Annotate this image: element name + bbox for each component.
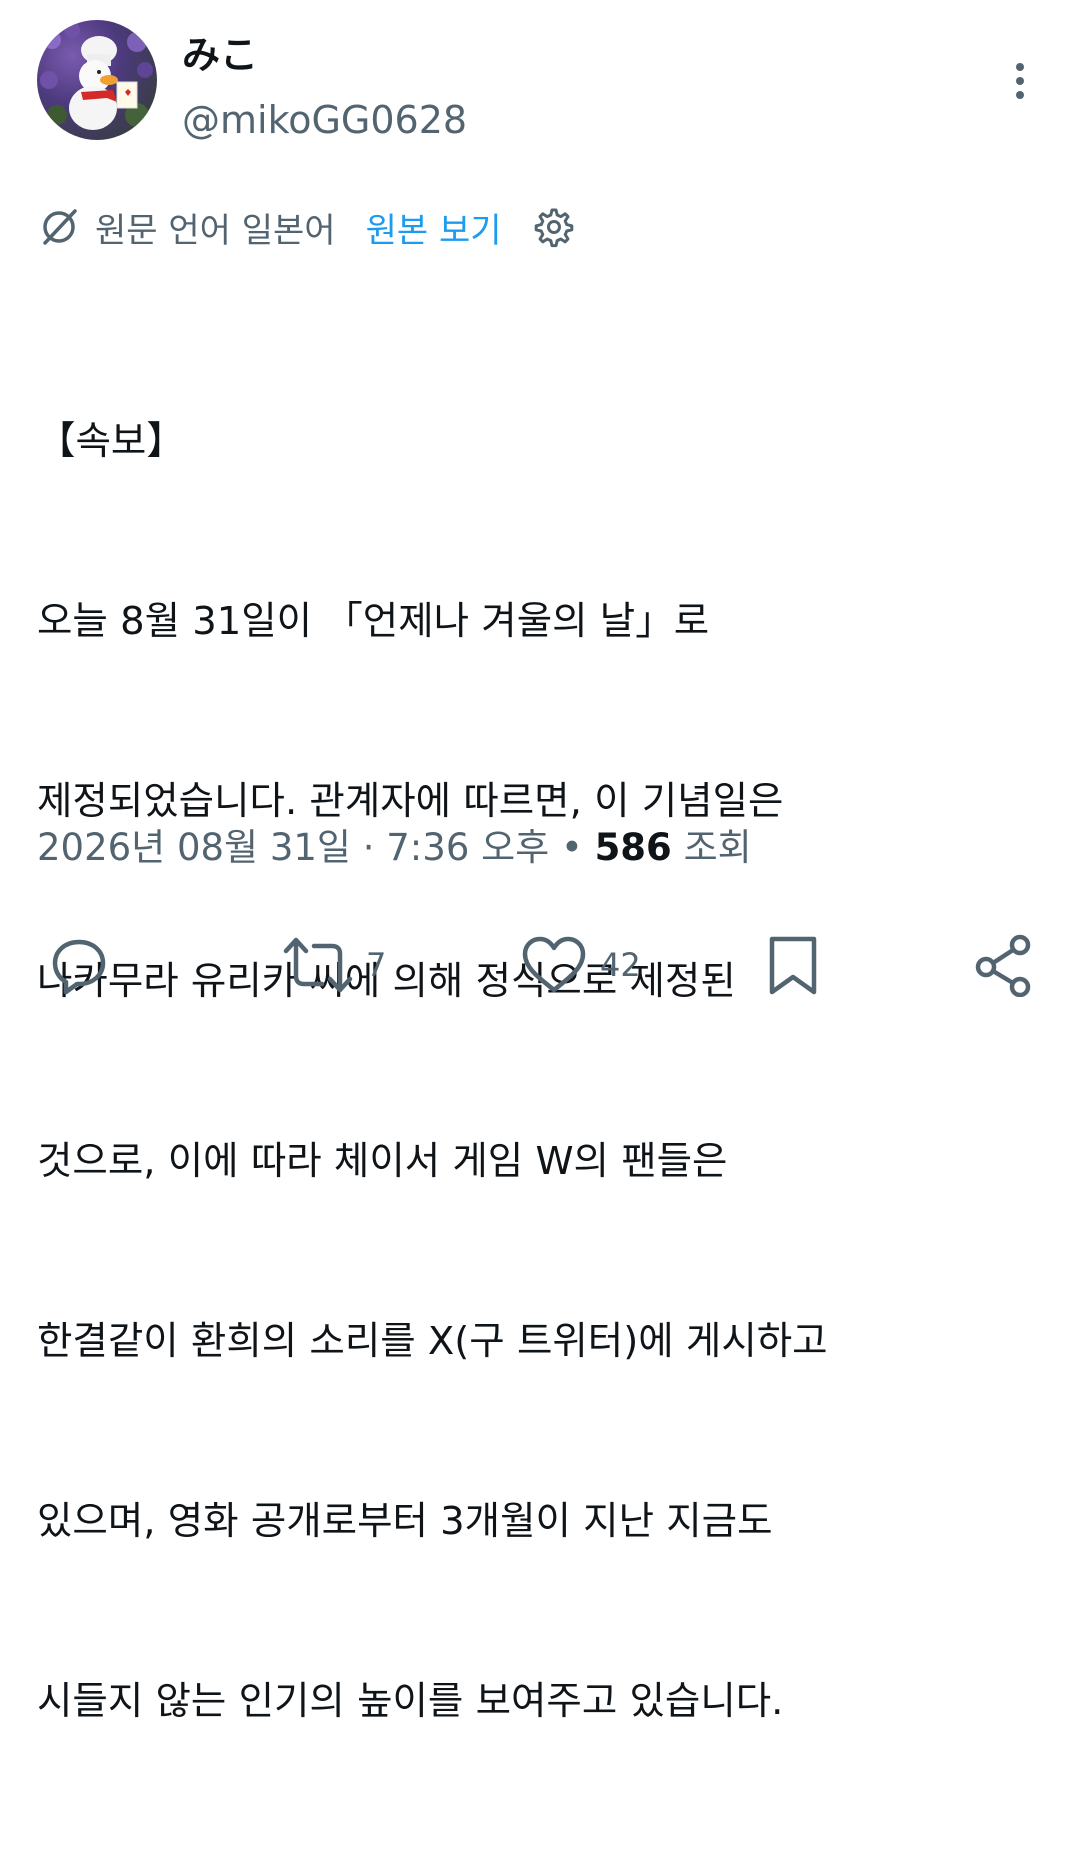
meta-separator: · xyxy=(362,826,387,869)
more-dots-icon xyxy=(1016,63,1024,99)
tweet-meta: 2026년 08월 31일 · 7:36 오후 • 586 조회 xyxy=(37,820,752,876)
heart-icon xyxy=(522,936,586,993)
translate-icon xyxy=(43,209,77,245)
tweet-time[interactable]: 7:36 오후 xyxy=(386,826,549,869)
display-name[interactable]: みこ xyxy=(182,30,258,80)
retweet-icon xyxy=(283,937,353,993)
avatar-image xyxy=(40,22,153,130)
tweet-text-line: 오늘 8월 31일이 「언제나 겨울의 날」로 xyxy=(37,599,710,644)
bookmark-button[interactable] xyxy=(762,930,824,1000)
reply-icon xyxy=(52,939,106,995)
like-button[interactable]: 42 xyxy=(520,930,641,1000)
retweet-button[interactable]: 7 xyxy=(282,930,386,1000)
bookmark-icon xyxy=(769,936,817,995)
meta-separator: • xyxy=(560,826,595,869)
view-original-link[interactable]: 원본 보기 xyxy=(366,203,502,252)
share-button[interactable] xyxy=(972,930,1036,1000)
tweet-text-line: 【속보】 xyxy=(37,419,185,464)
action-bar: 7 42 xyxy=(0,930,1080,1000)
user-handle[interactable]: @mikoGG0628 xyxy=(182,95,467,145)
gear-icon[interactable] xyxy=(530,205,574,249)
tweet-text-line: 시들지 않는 인기의 높이를 보여주고 있습니다. xyxy=(37,1679,784,1724)
tweet-text-line: 것으로, 이에 따라 체이서 게임 W의 팬들은 xyxy=(37,1139,728,1184)
tweet-text: 【속보】 오늘 8월 31일이 「언제나 겨울의 날」로 제정되었습니다. 관계… xyxy=(37,292,1047,1852)
views-count: 586 xyxy=(594,826,672,869)
tweet-date[interactable]: 2026년 08월 31일 xyxy=(37,826,351,869)
tweet-detail: みこ @mikoGG0628 원문 언어 일본어 원본 보기 【속보】 오늘 8… xyxy=(0,0,1080,1724)
reply-button[interactable] xyxy=(48,930,110,1000)
like-count: 42 xyxy=(600,946,641,984)
translation-label: 원문 언어 일본어 xyxy=(95,210,336,251)
translation-bar: 원문 언어 일본어 원본 보기 xyxy=(37,197,574,257)
more-options-button[interactable] xyxy=(1000,56,1040,106)
views-label: 조회 xyxy=(683,826,752,869)
retweet-count: 7 xyxy=(366,946,387,984)
tweet-text-line: 한결같이 환희의 소리를 X(구 트위터)에 게시하고 xyxy=(37,1319,828,1364)
share-icon xyxy=(975,934,1031,997)
avatar[interactable] xyxy=(37,20,157,140)
tweet-text-line: 있으며, 영화 공개로부터 3개월이 지난 지금도 xyxy=(37,1499,773,1544)
